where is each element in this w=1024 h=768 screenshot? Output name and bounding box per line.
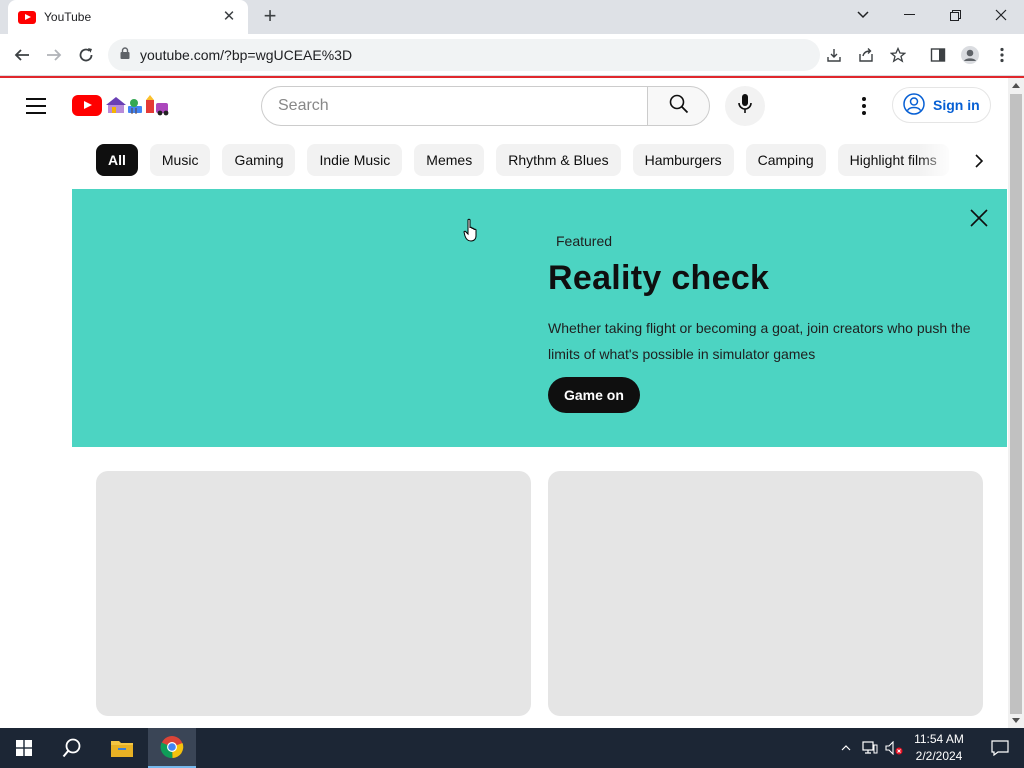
volume-muted-icon[interactable] (882, 728, 906, 768)
forward-arrow-icon[interactable] (40, 41, 68, 69)
youtube-masthead: Search Sign in (0, 78, 1008, 134)
chip-indie-music[interactable]: Indie Music (307, 144, 403, 176)
reload-icon[interactable] (72, 41, 100, 69)
hand-pointer-cursor-icon (463, 218, 479, 242)
windows-start-icon[interactable] (0, 728, 48, 768)
clock-date: 2/2/2024 (915, 749, 963, 763)
tab-title: YouTube (44, 10, 92, 24)
minimize-button[interactable] (886, 0, 932, 30)
chip-all[interactable]: All (96, 144, 138, 176)
network-icon[interactable] (858, 728, 882, 768)
file-explorer-icon[interactable] (98, 728, 146, 768)
tab-search-chevron-icon[interactable] (840, 0, 886, 30)
guide-menu-icon[interactable] (22, 94, 50, 118)
tab-close-icon[interactable]: ✕ (220, 8, 238, 26)
bookmark-star-icon[interactable] (884, 41, 912, 69)
chrome-menu-icon[interactable] (988, 41, 1016, 69)
browser-title-bar: YouTube ✕ + (0, 0, 1024, 34)
scroll-up-arrow-icon[interactable] (1012, 83, 1020, 88)
youtube-play-icon (72, 94, 102, 116)
back-arrow-icon[interactable] (8, 41, 36, 69)
share-icon[interactable] (852, 41, 880, 69)
scrollbar-thumb[interactable] (1010, 94, 1022, 714)
game-on-button[interactable]: Game on (548, 377, 640, 413)
featured-banner: Featured Reality check Whether taking fl… (72, 189, 1007, 447)
chips-next-chevron-icon[interactable] (966, 148, 992, 174)
windows-taskbar: 11:54 AM 2/2/2024 (0, 728, 1024, 768)
video-thumbnail-placeholder[interactable] (96, 471, 531, 716)
new-tab-button[interactable]: + (258, 4, 282, 28)
chip-rhythm-blues[interactable]: Rhythm & Blues (496, 144, 621, 176)
sign-in-button[interactable]: Sign in (892, 87, 991, 123)
video-thumbnail-placeholder[interactable] (548, 471, 983, 716)
close-banner-icon[interactable] (968, 207, 990, 229)
chip-camping[interactable]: Camping (745, 144, 826, 176)
chrome-taskbar-icon[interactable] (148, 728, 196, 768)
browser-toolbar: youtube.com/?bp=wgUCEAE%3D (0, 34, 1024, 76)
lock-icon[interactable] (120, 46, 130, 64)
clock-time: 11:54 AM (914, 732, 964, 746)
search-input[interactable]: Search (261, 86, 647, 126)
close-window-button[interactable] (978, 0, 1024, 30)
voice-search-button[interactable] (725, 86, 765, 126)
chip-hamburgers[interactable]: Hamburgers (632, 144, 734, 176)
microphone-icon (737, 93, 753, 120)
system-clock[interactable]: 11:54 AM 2/2/2024 (906, 731, 972, 765)
banner-title: Reality check (548, 259, 770, 297)
banner-eyebrow: Featured (556, 233, 613, 249)
browser-tab-youtube[interactable]: YouTube ✕ (8, 0, 248, 34)
chip-music[interactable]: Music (149, 144, 211, 176)
settings-more-icon[interactable] (852, 92, 876, 120)
search-button[interactable] (647, 86, 710, 126)
youtube-favicon-icon (18, 10, 36, 24)
category-chips-bar: All Music Gaming Indie Music Memes Rhythm & B… (96, 144, 966, 177)
account-circle-icon (903, 92, 925, 118)
url-text: youtube.com/?bp=wgUCEAE%3D (140, 47, 353, 63)
search-icon (669, 94, 689, 119)
youtube-doodle-icon (106, 94, 174, 116)
side-panel-icon[interactable] (924, 41, 952, 69)
profile-avatar-icon[interactable] (956, 41, 984, 69)
scroll-down-arrow-icon[interactable] (1012, 718, 1020, 723)
notifications-icon[interactable] (976, 728, 1024, 768)
address-bar[interactable]: youtube.com/?bp=wgUCEAE%3D (108, 39, 820, 71)
chip-memes[interactable]: Memes (414, 144, 485, 176)
search-placeholder: Search (278, 97, 329, 114)
restore-button[interactable] (932, 0, 978, 30)
chips-fade-overlay (918, 144, 966, 177)
youtube-logo[interactable] (72, 93, 176, 117)
page-scrollbar[interactable] (1008, 78, 1024, 728)
chip-gaming[interactable]: Gaming (222, 144, 296, 176)
tray-overflow-chevron-icon[interactable] (836, 728, 856, 768)
banner-description: Whether taking flight or becoming a goat… (548, 320, 971, 362)
sign-in-label: Sign in (933, 97, 980, 113)
install-app-icon[interactable] (820, 41, 848, 69)
taskbar-search-icon[interactable] (48, 728, 96, 768)
